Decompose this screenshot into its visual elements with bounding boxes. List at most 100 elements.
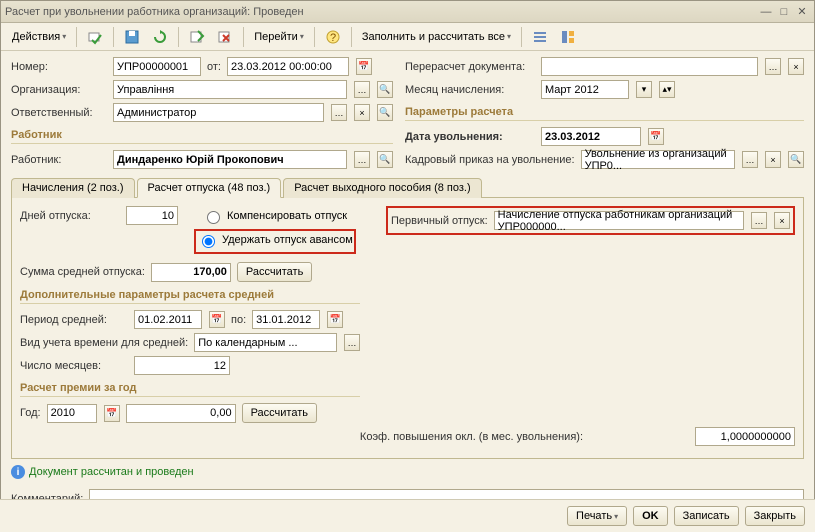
- clear-icon[interactable]: ×: [354, 104, 370, 121]
- save-icon[interactable]: [119, 26, 145, 48]
- svg-text:?: ?: [330, 32, 336, 44]
- period-from-field[interactable]: 01.02.2011: [134, 310, 202, 329]
- months-label: Число месяцев:: [20, 360, 128, 372]
- ellipsis-icon[interactable]: …: [354, 151, 370, 168]
- toolbar: Действия Перейти ? Заполнить и рассчитат…: [1, 23, 814, 51]
- months-field[interactable]: 12: [134, 356, 230, 375]
- recalc-field[interactable]: [541, 57, 758, 76]
- separator: [243, 27, 244, 47]
- period-label: Период средней:: [20, 314, 128, 326]
- actions-menu[interactable]: Действия: [7, 26, 71, 48]
- goto-menu[interactable]: Перейти: [249, 26, 309, 48]
- list-icon[interactable]: [527, 26, 553, 48]
- fire-date-field[interactable]: 23.03.2012: [541, 127, 641, 146]
- resp-field[interactable]: Администратор: [113, 103, 324, 122]
- maximize-button[interactable]: □: [776, 5, 792, 19]
- tab-vacation[interactable]: Расчет отпуска (48 поз.): [137, 178, 282, 198]
- footer: Печать OK Записать Закрыть: [0, 499, 815, 532]
- period-to-field[interactable]: 31.01.2012: [252, 310, 320, 329]
- tabs: Начисления (2 поз.) Расчет отпуска (48 п…: [11, 177, 804, 198]
- employee-label: Работник:: [11, 154, 107, 166]
- order-label: Кадровый приказ на увольнение:: [405, 154, 575, 166]
- clear-icon[interactable]: ×: [765, 151, 781, 168]
- close-window-button[interactable]: ✕: [794, 5, 810, 19]
- dropdown-icon[interactable]: ▾: [636, 81, 652, 98]
- primary-label: Первичный отпуск:: [391, 215, 488, 227]
- unpost-icon[interactable]: [212, 26, 238, 48]
- minimize-button[interactable]: —: [758, 5, 774, 19]
- clear-icon[interactable]: ×: [788, 58, 804, 75]
- ellipsis-icon[interactable]: …: [354, 81, 370, 98]
- write-button[interactable]: Записать: [674, 506, 739, 526]
- org-field[interactable]: Управління: [113, 80, 347, 99]
- order-field[interactable]: Увольнение из организаций УПР0...: [581, 150, 735, 169]
- year-field[interactable]: 2010: [47, 404, 97, 423]
- calendar-icon[interactable]: 📅: [104, 405, 120, 422]
- clear-icon[interactable]: ×: [774, 212, 790, 229]
- primary-field[interactable]: Начисление отпуска работникам организаци…: [494, 211, 744, 230]
- refresh-icon[interactable]: [147, 26, 173, 48]
- post-icon[interactable]: [82, 26, 108, 48]
- magnify-icon[interactable]: 🔍: [377, 81, 393, 98]
- separator: [76, 27, 77, 47]
- status-line: i Документ рассчитан и проведен: [11, 465, 804, 479]
- calendar-icon[interactable]: 📅: [648, 128, 664, 145]
- magnify-icon[interactable]: 🔍: [788, 151, 804, 168]
- radio-compensate[interactable]: Компенсировать отпуск: [202, 208, 347, 224]
- days-label: Дней отпуска:: [20, 210, 120, 222]
- magnify-icon[interactable]: 🔍: [377, 151, 393, 168]
- days-field[interactable]: 10: [126, 206, 178, 225]
- content: Номер: УПР00000001 от: 23.03.2012 00:00:…: [1, 51, 814, 518]
- ellipsis-icon[interactable]: …: [344, 334, 360, 351]
- resp-label: Ответственный:: [11, 107, 107, 119]
- highlight-box: Удержать отпуск авансом: [194, 229, 356, 254]
- ok-button[interactable]: OK: [633, 506, 668, 526]
- coef-field[interactable]: 1,0000000000: [695, 427, 795, 446]
- repost-icon[interactable]: [184, 26, 210, 48]
- calendar-icon[interactable]: 📅: [209, 311, 225, 328]
- date-field[interactable]: 23.03.2012 00:00:00: [227, 57, 349, 76]
- coef-label: Коэф. повышения окл. (в мес. увольнения)…: [360, 431, 583, 443]
- calendar-icon[interactable]: 📅: [356, 58, 372, 75]
- from-label: от:: [207, 61, 221, 73]
- calendar-icon[interactable]: 📅: [327, 311, 343, 328]
- bonus-amount-field[interactable]: 0,00: [126, 404, 236, 423]
- params-group: Параметры расчета: [405, 103, 804, 121]
- spinner-icon[interactable]: ▴▾: [659, 81, 675, 98]
- tab-severance[interactable]: Расчет выходного пособия (8 поз.): [283, 178, 481, 198]
- number-label: Номер:: [11, 61, 107, 73]
- calc-avg-button[interactable]: Рассчитать: [237, 262, 312, 282]
- ellipsis-icon[interactable]: …: [765, 58, 781, 75]
- number-field[interactable]: УПР00000001: [113, 57, 201, 76]
- recalc-label: Перерасчет документа:: [405, 61, 535, 73]
- kind-field[interactable]: По календарным ...: [194, 333, 337, 352]
- org-label: Организация:: [11, 84, 107, 96]
- tab-body: Дней отпуска: 10 Компенсировать отпуск У…: [11, 198, 804, 459]
- fill-calc-menu[interactable]: Заполнить и рассчитать все: [357, 26, 516, 48]
- print-button[interactable]: Печать: [567, 506, 627, 526]
- titlebar: Расчет при увольнении работника организа…: [1, 1, 814, 23]
- fire-date-label: Дата увольнения:: [405, 131, 535, 143]
- ellipsis-icon[interactable]: …: [742, 151, 758, 168]
- highlight-box: Первичный отпуск: Начисление отпуска раб…: [386, 206, 795, 235]
- avg-sum-field[interactable]: 170,00: [151, 263, 231, 282]
- separator: [314, 27, 315, 47]
- radio-advance[interactable]: Удержать отпуск авансом: [197, 232, 353, 248]
- separator: [351, 27, 352, 47]
- magnify-icon[interactable]: 🔍: [377, 104, 393, 121]
- status-text: Документ рассчитан и проведен: [29, 466, 194, 478]
- close-button[interactable]: Закрыть: [745, 506, 805, 526]
- to-label: по:: [231, 314, 246, 326]
- help-icon[interactable]: ?: [320, 26, 346, 48]
- calc-bonus-button[interactable]: Рассчитать: [242, 403, 317, 423]
- month-field[interactable]: Март 2012: [541, 80, 629, 99]
- ellipsis-icon[interactable]: …: [331, 104, 347, 121]
- separator: [521, 27, 522, 47]
- separator: [178, 27, 179, 47]
- month-label: Месяц начисления:: [405, 84, 535, 96]
- tab-accruals[interactable]: Начисления (2 поз.): [11, 178, 135, 198]
- employee-field[interactable]: Диндаренко Юрій Прокопович: [113, 150, 347, 169]
- form-icon[interactable]: [555, 26, 581, 48]
- info-icon: i: [11, 465, 25, 479]
- ellipsis-icon[interactable]: …: [751, 212, 767, 229]
